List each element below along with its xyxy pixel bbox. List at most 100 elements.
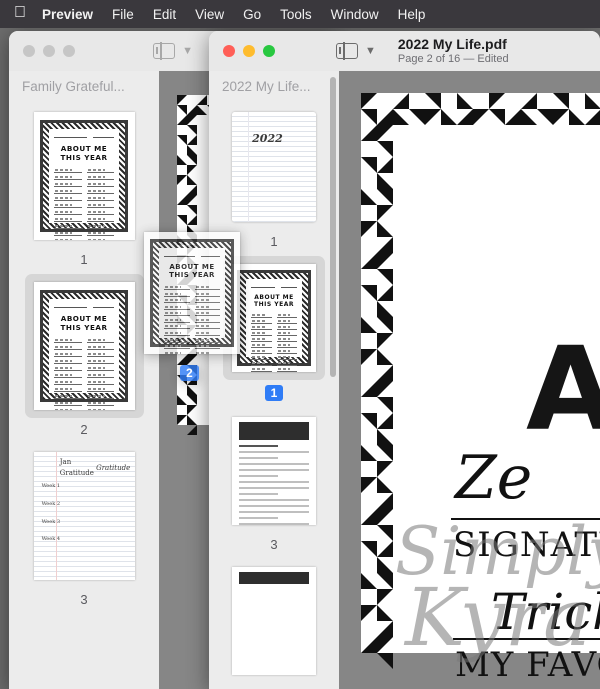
triangle-tile — [187, 105, 197, 115]
triangle-tile — [569, 109, 585, 125]
document-page-canvas[interactable]: A Ze SIGNATURE Trick MY FAVORIT Simply K… — [361, 93, 600, 685]
window-subtitle: Page 2 of 16 — Edited — [397, 53, 509, 66]
triangle-tile — [187, 165, 197, 175]
triangle-tile — [377, 285, 393, 301]
script-word-trick: Trick — [491, 583, 600, 641]
menu-item-help[interactable]: Help — [398, 7, 426, 22]
page-preview-handwritten[interactable]: Jan Gratitude Gratitude Week 1 Week 2 We… — [33, 452, 135, 580]
triangle-tile — [377, 189, 393, 205]
chevron-down-icon[interactable]: ▼ — [182, 45, 193, 57]
triangle-tile — [553, 93, 569, 109]
triangle-tile — [377, 477, 393, 493]
window-title: 2022 My Life.pdf — [397, 35, 507, 52]
triangle-tile — [377, 573, 393, 589]
triangle-tile — [377, 541, 393, 557]
minimize-button[interactable] — [43, 45, 55, 57]
triangle-tile — [177, 395, 187, 405]
thumbnail-item[interactable]: Jan Gratitude Gratitude Week 1 Week 2 We… — [9, 444, 159, 606]
triangle-tile — [177, 355, 187, 365]
page-preview-about-me[interactable]: ABOUT ME THIS YEAR — [33, 282, 135, 410]
sidebar-scrollbar[interactable] — [330, 77, 336, 377]
back-sidebar-title: Family Grateful... — [22, 79, 125, 94]
triangle-tile — [361, 221, 377, 237]
thumbnail-item[interactable] — [209, 559, 339, 683]
back-thumbnail-list[interactable]: ABOUT ME THIS YEAR 1 ABOUT ME THIS YEAR … — [9, 104, 159, 606]
thumbnail-item[interactable]: ABOUT ME THIS YEAR 1 — [9, 104, 159, 266]
triangle-tile — [361, 445, 377, 461]
back-window-sidebar[interactable]: Family Grateful... ABOUT ME THIS YEAR 1 … — [9, 71, 159, 689]
page-preview-about-me[interactable]: ABOUT ME THIS YEAR — [33, 112, 135, 240]
front-thumbnail-list[interactable]: 2022 1 ABOUT ME THIS YEAR 1 3 — [209, 104, 339, 683]
front-window-traffic-lights[interactable] — [223, 45, 275, 57]
page-number-label: 1 — [270, 234, 278, 249]
menu-item-edit[interactable]: Edit — [153, 7, 176, 22]
triangle-tile — [393, 109, 409, 125]
triangle-tile — [177, 105, 187, 115]
triangle-tile — [187, 425, 197, 435]
page-preview-lined-2022[interactable]: 2022 — [232, 112, 316, 222]
triangle-tile — [361, 381, 377, 397]
page-preview-partial[interactable] — [232, 567, 316, 675]
triangle-tile — [377, 621, 393, 637]
page-preview-about-me[interactable]: ABOUT ME THIS YEAR — [232, 264, 316, 372]
thumbnail-item-selected[interactable]: ABOUT ME THIS YEAR — [9, 274, 159, 436]
zoom-button[interactable] — [63, 45, 75, 57]
triangle-tile — [361, 637, 377, 653]
thumbnail-item[interactable]: 3 — [209, 409, 339, 551]
menu-item-window[interactable]: Window — [331, 7, 379, 22]
triangle-tile — [361, 157, 377, 173]
thumbnail-item[interactable]: 2022 1 — [209, 104, 339, 248]
front-window-sidebar[interactable]: 2022 My Life... 2022 1 ABOUT ME THIS YEA… — [209, 71, 339, 689]
front-window-document-view[interactable]: A Ze SIGNATURE Trick MY FAVORIT Simply K… — [339, 71, 600, 689]
triangle-tile — [377, 349, 393, 365]
triangle-tile — [187, 355, 197, 365]
menu-item-preview[interactable]: Preview — [42, 7, 93, 22]
triangle-tile — [393, 93, 409, 109]
triangle-tile — [585, 93, 600, 109]
page-number-label: 2 — [80, 422, 88, 437]
triangle-tile — [377, 637, 393, 653]
triangle-tile — [377, 333, 393, 349]
triangle-tile — [187, 385, 197, 395]
triangle-tile — [425, 109, 441, 125]
triangle-tile — [177, 415, 187, 425]
triangle-tile — [177, 135, 187, 145]
preview-window-2022-my-life[interactable]: ▼ 2022 My Life.pdf Page 2 of 16 — Edited… — [209, 31, 600, 689]
minimize-button[interactable] — [243, 45, 255, 57]
close-button[interactable] — [223, 45, 235, 57]
triangle-tile — [377, 157, 393, 173]
sidebar-panel-icon[interactable] — [153, 42, 176, 60]
divider-rule-1 — [451, 518, 600, 520]
triangle-tile — [537, 109, 553, 125]
close-button[interactable] — [23, 45, 35, 57]
triangle-tile — [377, 125, 393, 141]
apple-logo-icon[interactable]:  — [14, 5, 26, 21]
triangle-tile — [361, 253, 377, 269]
chevron-down-icon[interactable]: ▼ — [365, 45, 376, 57]
menu-item-go[interactable]: Go — [243, 7, 261, 22]
triangle-tile — [377, 317, 393, 333]
menu-item-view[interactable]: View — [195, 7, 224, 22]
triangle-tile — [377, 301, 393, 317]
triangle-tile — [489, 93, 505, 109]
triangle-tile — [377, 461, 393, 477]
triangle-tile — [187, 115, 197, 125]
page-preview-reflect[interactable] — [232, 417, 316, 525]
sidebar-panel-icon[interactable] — [336, 42, 358, 60]
triangle-tile — [377, 605, 393, 621]
zoom-button[interactable] — [263, 45, 275, 57]
menu-item-file[interactable]: File — [112, 7, 134, 22]
triangle-tile — [377, 253, 393, 269]
front-window-titlebar[interactable]: ▼ 2022 My Life.pdf Page 2 of 16 — Edited — [209, 31, 600, 71]
menu-item-tools[interactable]: Tools — [280, 7, 312, 22]
page-number-label: 3 — [270, 537, 278, 552]
triangle-tile — [187, 395, 197, 405]
triangle-tile — [377, 653, 393, 669]
triangle-tile — [197, 95, 207, 105]
triangle-tile — [377, 413, 393, 429]
triangle-tile — [425, 93, 441, 109]
triangle-tile — [377, 365, 393, 381]
back-window-traffic-lights[interactable] — [23, 45, 75, 57]
triangle-tile — [377, 141, 393, 157]
triangle-tile — [489, 109, 505, 125]
